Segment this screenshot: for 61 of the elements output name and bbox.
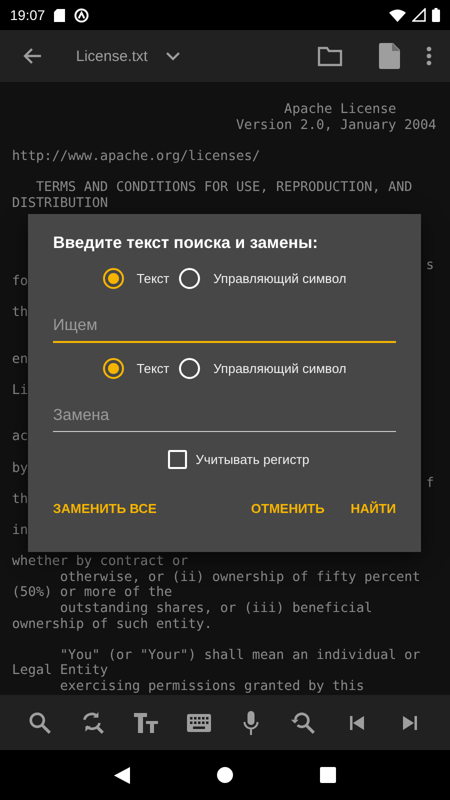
text-line: Li [12, 382, 28, 398]
dialog-title: Введите текст поиска и замены: [53, 234, 319, 253]
text-line: by [12, 460, 28, 476]
text-line: Legal Entity [12, 663, 108, 679]
clock: 19:07 [10, 7, 46, 23]
text-line: http://www.apache.org/licenses/ [12, 148, 260, 164]
text-line: en [12, 352, 28, 368]
search-icon [27, 710, 54, 736]
text-editor[interactable] [0, 82, 450, 695]
text-line: DISTRIBUTION [12, 196, 108, 212]
radio-button[interactable] [102, 358, 124, 378]
file-icon [379, 43, 400, 69]
text-line: th [12, 492, 28, 508]
text-line: th [12, 304, 28, 320]
recents-square-icon [320, 767, 336, 783]
dialog-action-button[interactable]: ЗАМЕНИТЬ ВСЕ [49, 495, 161, 522]
search-replace-icon [80, 710, 106, 736]
match-case-checkbox[interactable]: Учитывать регистр [168, 450, 310, 469]
battery-icon [432, 8, 440, 22]
more-vert-icon [426, 46, 432, 66]
text-line: fo [12, 274, 28, 290]
search-field[interactable]: Ищем [53, 311, 396, 343]
text-line: "You" (or "Your") shall mean an individual or [59, 648, 420, 664]
microphone-icon [243, 710, 260, 736]
text-line: outstanding shares, or (iii) beneficial [59, 601, 372, 617]
text-line: ownership of such entity. [12, 616, 212, 632]
home-circle-icon [216, 767, 233, 783]
dialog-action-button[interactable]: НАЙТИ [346, 495, 400, 522]
search-undo-icon [291, 710, 318, 736]
wifi-icon [389, 8, 406, 22]
text-line: TERMS AND CONDITIONS FOR USE, REPRODUCTION, AND [35, 180, 412, 196]
text-line: Version 2.0, January 2004 [235, 118, 436, 134]
chevron-down-icon [166, 52, 180, 60]
text-line: whether by contract or [12, 554, 188, 570]
radio-button[interactable] [102, 268, 124, 288]
radio-option[interactable]: Текст [102, 265, 170, 291]
back-arrow-icon [22, 47, 42, 65]
text-line: Apache License [283, 102, 396, 118]
keyboard-icon [186, 714, 211, 732]
text-line: exercising permissions granted by this [59, 678, 364, 695]
skip-next-icon [402, 716, 417, 730]
text-line: ac [12, 429, 28, 446]
triangle-back-icon [114, 766, 130, 784]
sd-card-icon [54, 8, 66, 22]
text-line: (50%) or more of the [12, 585, 172, 601]
text-size-icon [132, 712, 159, 734]
skip-previous-icon [350, 716, 364, 730]
text-line: f [426, 476, 434, 492]
circle-a-icon [74, 8, 90, 22]
text-line: otherwise, or (ii) ownership of fifty percent [59, 570, 420, 586]
folder-icon [317, 46, 343, 66]
text-line: s [426, 258, 434, 274]
text-line: in [12, 523, 28, 539]
checkbox[interactable] [168, 450, 187, 469]
file-dropdown[interactable]: License.txt [76, 36, 180, 76]
dialog-action-button[interactable]: ОТМЕНИТЬ [247, 495, 329, 522]
radio-option[interactable]: Управляющий символ [179, 265, 346, 291]
replace-field[interactable]: Замена [53, 401, 396, 432]
radio-option[interactable]: Управляющий символ [179, 355, 346, 381]
radio-option[interactable]: Текст [102, 355, 170, 381]
signal-icon [412, 8, 426, 22]
